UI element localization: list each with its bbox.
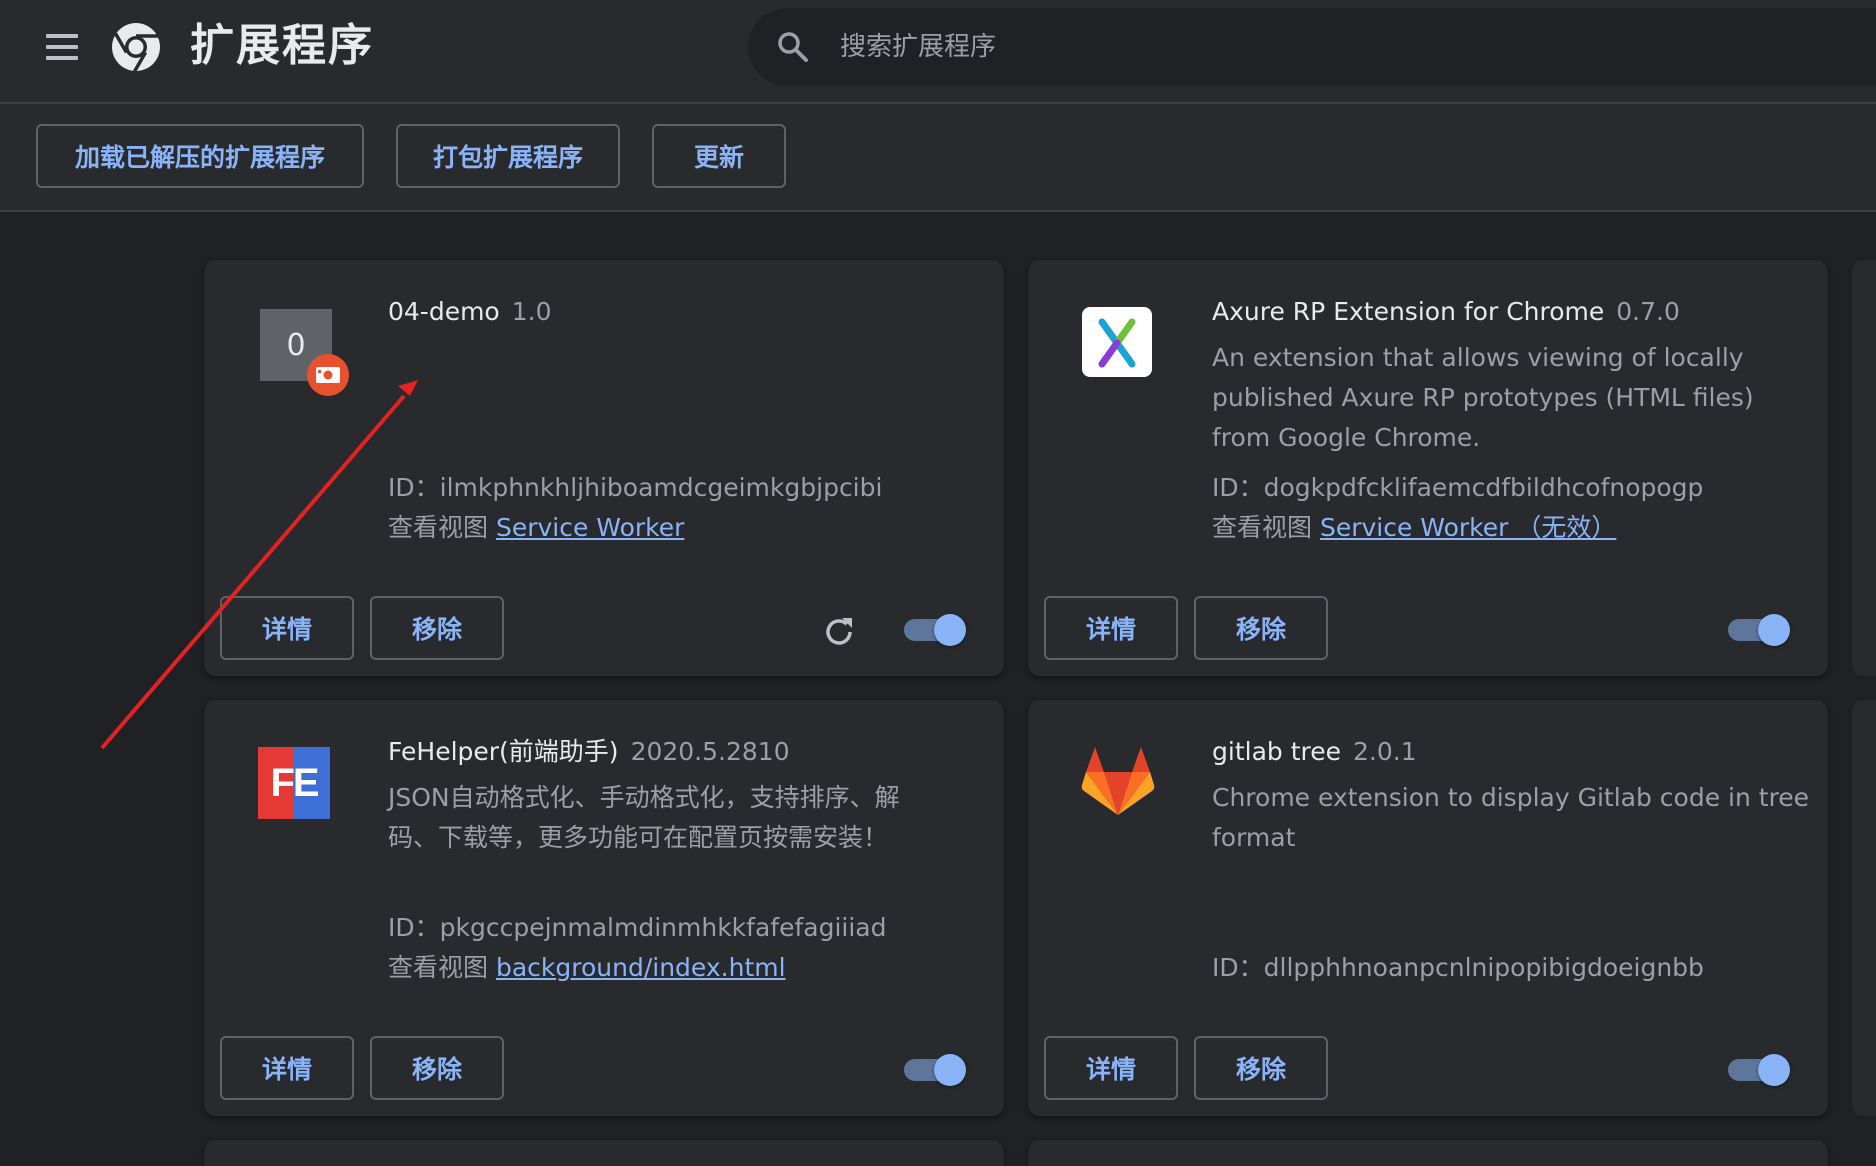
extension-version: 0.7.0 xyxy=(1616,297,1680,326)
extension-card-partial xyxy=(1852,260,1876,676)
extension-card: FE FeHelper(前端助手) 2020.5.2810 JSON自动格式化、手… xyxy=(204,700,1004,1116)
extension-version: 2020.5.2810 xyxy=(630,737,790,766)
load-unpacked-button[interactable]: 加载已解压的扩展程序 xyxy=(36,124,364,188)
extension-card: gitlab tree 2.0.1 Chrome extension to dis… xyxy=(1028,700,1828,1116)
enable-toggle[interactable] xyxy=(902,612,966,646)
inspect-views-label: 查看视图 xyxy=(388,953,489,982)
remove-button[interactable]: 移除 xyxy=(370,596,504,660)
inspect-view-link[interactable]: Service Worker （无效） xyxy=(1320,513,1616,542)
inspect-view-link[interactable]: background/index.html xyxy=(496,953,786,982)
update-button[interactable]: 更新 xyxy=(652,124,786,188)
developer-toolbar: 加载已解压的扩展程序 打包扩展程序 更新 xyxy=(0,104,1876,212)
extension-description: Chrome extension to display Gitlab code … xyxy=(1212,783,1810,852)
search-box xyxy=(748,8,1876,86)
search-input[interactable] xyxy=(840,26,1740,68)
extension-icon xyxy=(1080,745,1156,821)
gitlab-icon xyxy=(1081,747,1155,815)
extension-icon: FE xyxy=(256,745,332,821)
extension-card-partial xyxy=(1852,700,1876,1116)
extension-name: gitlab tree xyxy=(1212,737,1341,766)
extension-title: 04-demo 1.0 xyxy=(388,294,552,330)
extension-version: 2.0.1 xyxy=(1353,737,1417,766)
extension-card: 0 04-demo 1.0 ID：ilmkphnkhljhiboamdcgeimk… xyxy=(204,260,1004,676)
extension-id: ID：dllpphhnoanpcnlnipopibigdoeignbb xyxy=(1212,953,1704,982)
enable-toggle[interactable] xyxy=(1726,612,1790,646)
inspect-views: 查看视图 Service Worker （无效） xyxy=(1212,510,1616,546)
details-button[interactable]: 详情 xyxy=(1044,1036,1178,1100)
extension-title: gitlab tree 2.0.1 xyxy=(1212,734,1417,770)
extension-description: JSON自动格式化、手动格式化，支持排序、解码、下载等，更多功能可在配置页按需安… xyxy=(388,783,900,852)
details-button[interactable]: 详情 xyxy=(220,1036,354,1100)
extension-card-partial xyxy=(204,1140,1004,1166)
inspect-views: 查看视图 background/index.html xyxy=(388,950,786,986)
extension-id: ID：dogkpdfcklifaemcdfbildhcofnopogp xyxy=(1212,473,1704,502)
extension-description: An extension that allows viewing of loca… xyxy=(1212,343,1754,452)
search-icon[interactable] xyxy=(776,30,810,64)
unpacked-badge-icon xyxy=(307,354,349,396)
extension-icon: 0 xyxy=(256,305,349,396)
extension-card-partial xyxy=(1028,1140,1828,1166)
extension-title: FeHelper(前端助手) 2020.5.2810 xyxy=(388,734,790,770)
remove-button[interactable]: 移除 xyxy=(370,1036,504,1100)
enable-toggle[interactable] xyxy=(902,1052,966,1086)
inspect-views-label: 查看视图 xyxy=(388,513,489,542)
pack-extension-button[interactable]: 打包扩展程序 xyxy=(396,124,620,188)
chrome-logo-icon xyxy=(112,23,160,73)
extension-id: ID：ilmkphnkhljhiboamdcgeimkgbjpcibi xyxy=(388,473,883,502)
inspect-view-link[interactable]: Service Worker xyxy=(496,513,684,542)
reload-icon[interactable] xyxy=(820,613,858,651)
remove-button[interactable]: 移除 xyxy=(1194,596,1328,660)
extension-version: 1.0 xyxy=(511,297,552,326)
extension-id: ID：pkgccpejnmalmdinmhkkfafefagiiiad xyxy=(388,913,887,942)
extension-card: Axure RP Extension for Chrome 0.7.0 An ex… xyxy=(1028,260,1828,676)
details-button[interactable]: 详情 xyxy=(1044,596,1178,660)
fehelper-icon: FE xyxy=(258,747,330,819)
remove-button[interactable]: 移除 xyxy=(1194,1036,1328,1100)
page-title: 扩展程序 xyxy=(190,20,374,71)
details-button[interactable]: 详情 xyxy=(220,596,354,660)
inspect-views-label: 查看视图 xyxy=(1212,513,1313,542)
extension-name: 04-demo xyxy=(388,297,500,326)
menu-icon[interactable] xyxy=(44,30,80,66)
extension-name: FeHelper(前端助手) xyxy=(388,737,619,766)
inspect-views: 查看视图 Service Worker xyxy=(388,510,684,546)
extension-name: Axure RP Extension for Chrome xyxy=(1212,297,1605,326)
axure-icon xyxy=(1082,307,1152,377)
enable-toggle[interactable] xyxy=(1726,1052,1790,1086)
extension-icon xyxy=(1080,305,1156,381)
top-bar: 扩展程序 xyxy=(0,0,1876,104)
extension-title: Axure RP Extension for Chrome 0.7.0 xyxy=(1212,294,1680,330)
